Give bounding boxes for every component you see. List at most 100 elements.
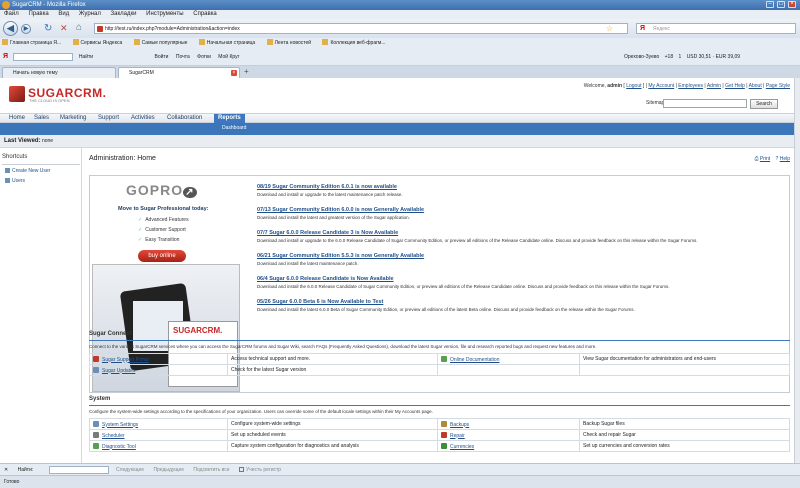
tab-home[interactable]: Home	[9, 114, 25, 123]
backups-link[interactable]: Backups	[450, 422, 469, 428]
documentation-link[interactable]: Online Documentation	[450, 357, 499, 363]
section-desc: Connect to the various SugarCRM services…	[89, 344, 597, 349]
print-icon[interactable]: ⎙	[754, 156, 758, 162]
tab-marketing[interactable]: Marketing	[60, 114, 86, 123]
menu-history[interactable]: Журнал	[79, 11, 101, 17]
yandex-item[interactable]: Мой Круг	[218, 54, 239, 60]
tab-support[interactable]: Support	[98, 114, 119, 123]
print-link[interactable]: Print	[760, 156, 770, 162]
news-desc: Download and install the latest 6.0.0 Be…	[257, 307, 635, 312]
news-desc: Download and install or upgrade to the l…	[257, 192, 403, 197]
window-title: SugarCRM - Mozilla Firefox	[12, 2, 86, 8]
support-portal-link[interactable]: Sugar Support Portal	[102, 357, 149, 363]
tab-activities[interactable]: Activities	[131, 114, 155, 123]
notification-count: 1	[678, 54, 682, 60]
news-link[interactable]: 08/19 Sugar Community Edition 6.0.1 is n…	[257, 184, 403, 190]
help-link[interactable]: Help	[780, 156, 790, 162]
yandex-find-button[interactable]: Найти	[79, 54, 93, 60]
section-title: System	[89, 396, 790, 406]
highlight-all-button[interactable]: Подсветить все	[193, 467, 229, 473]
create-new-user-link[interactable]: Create New User	[5, 168, 50, 174]
close-tab-icon[interactable]: ×	[231, 70, 237, 76]
employees-link[interactable]: Employees	[678, 83, 703, 89]
shortcuts-sidebar: Shortcuts Create New User Users	[0, 148, 82, 463]
search-button[interactable]: Search	[750, 99, 778, 109]
news-desc: Download and install the 6.0.0 Release C…	[257, 284, 670, 289]
status-bar: Готово	[0, 475, 800, 488]
diagnostic-tool-link[interactable]: Diagnostic Tool	[102, 444, 136, 450]
get-help-link[interactable]: Get Help	[725, 83, 745, 89]
yandex-search-field[interactable]	[13, 52, 74, 61]
minimize-icon[interactable]: –	[766, 1, 774, 8]
reload-icon[interactable]: ↻	[44, 23, 52, 34]
menu-edit[interactable]: Правка	[28, 11, 48, 17]
news-item: 06/4 Sugar 6.0.0 Release Candidate is No…	[257, 276, 669, 289]
my-account-link[interactable]: My Account	[648, 83, 674, 89]
news-link[interactable]: 06/21 Sugar Community Edition 5.5.3 is n…	[257, 253, 424, 259]
page-style-link[interactable]: Page Style	[766, 83, 790, 89]
bookmark-item[interactable]: Лента новостей	[266, 39, 316, 46]
bookmark-item[interactable]: Сервисы Яндекса	[72, 39, 128, 46]
news-link[interactable]: 07/7 Sugar 6.0.0 Release Candidate 3 is …	[257, 230, 698, 236]
home-icon[interactable]: ⌂	[76, 22, 82, 33]
page-title: Administration: Home	[89, 155, 156, 162]
menu-view[interactable]: Вид	[58, 11, 69, 17]
tab-dashboard[interactable]: Dashboard	[222, 125, 246, 131]
find-prev-button[interactable]: Предыдущее	[153, 467, 184, 473]
buy-online-button[interactable]: buy online	[138, 250, 186, 262]
news-link[interactable]: 05/26 Sugar 6.0.0 Beta 6 is Now Availabl…	[257, 299, 635, 305]
bookmark-item[interactable]: Начальная страница	[198, 39, 260, 46]
yandex-logo[interactable]: Я	[3, 53, 8, 60]
bookmark-item[interactable]: Самые популярные	[133, 39, 193, 46]
currencies-link[interactable]: Currencies	[450, 444, 474, 450]
yandex-item[interactable]: Войти	[154, 54, 168, 60]
close-findbar-icon[interactable]: ✕	[4, 467, 8, 473]
about-link[interactable]: About	[749, 83, 762, 89]
user-add-icon	[5, 168, 10, 173]
sugarcrm-logo[interactable]: SUGARCRM. THE CLOUD IS OPEN	[9, 86, 149, 104]
sugar-updates-link[interactable]: Sugar Updates	[102, 368, 135, 374]
match-case-checkbox[interactable]: Учесть регистр	[238, 467, 289, 473]
admin-link[interactable]: Admin	[707, 83, 721, 89]
page-scrollbar[interactable]	[794, 78, 800, 463]
new-tab-icon[interactable]: +	[244, 67, 249, 76]
bookmark-star-icon[interactable]: ☆	[606, 24, 613, 34]
maximize-icon[interactable]: □	[777, 1, 785, 8]
yandex-item[interactable]: Почта	[176, 54, 190, 60]
forward-icon[interactable]: ▶	[21, 24, 31, 34]
search-input[interactable]: Я Яндекс	[636, 23, 796, 34]
repair-icon	[441, 431, 447, 438]
table-row: Sugar Support Portal Access technical su…	[89, 353, 790, 365]
find-label: Найти:	[17, 467, 34, 473]
yandex-item[interactable]: Фотки	[197, 54, 211, 60]
back-icon[interactable]: ◀	[3, 21, 18, 36]
address-bar[interactable]: http://test.ru/index.php?module=Administ…	[94, 23, 628, 34]
menu-bookmarks[interactable]: Закладки	[111, 11, 137, 17]
stop-icon[interactable]: ✕	[60, 23, 68, 34]
users-link[interactable]: Users	[5, 178, 25, 184]
menu-tools[interactable]: Инструменты	[146, 11, 183, 17]
scheduler-link[interactable]: Scheduler	[102, 433, 125, 439]
tab-new-topic[interactable]: Начать новую тему	[2, 67, 116, 78]
help-icon[interactable]: ?	[776, 156, 779, 162]
sugar-connect-section: Sugar Connect Connect to the various Sug…	[89, 331, 790, 349]
header-links: Welcome, admin [ Logout ] | My Account |…	[583, 83, 790, 89]
find-input[interactable]	[48, 465, 109, 474]
menu-help[interactable]: Справка	[193, 11, 217, 17]
news-link[interactable]: 06/4 Sugar 6.0.0 Release Candidate is No…	[257, 276, 669, 282]
news-link[interactable]: 07/13 Sugar Community Edition 6.0.0 is n…	[257, 207, 424, 213]
logout-link[interactable]: Logout	[626, 83, 641, 89]
tab-collaboration[interactable]: Collaboration	[167, 114, 202, 123]
menu-file[interactable]: Файл	[4, 11, 19, 17]
global-search-input[interactable]	[663, 99, 747, 108]
close-icon[interactable]: ×	[788, 1, 796, 8]
tab-sales[interactable]: Sales	[34, 114, 49, 123]
shortcuts-title: Shortcuts	[2, 154, 28, 160]
find-next-button[interactable]: Следующее	[116, 467, 144, 473]
repair-link[interactable]: Repair	[450, 433, 465, 439]
bookmark-item[interactable]: Коллекция веб-фрагм...	[322, 39, 390, 46]
system-settings-link[interactable]: System Settings	[102, 422, 138, 428]
updates-icon	[93, 366, 99, 373]
bookmark-item[interactable]: Главная страница Я...	[2, 39, 66, 46]
tab-sugarcrm[interactable]: SugarCRM ×	[118, 67, 240, 78]
